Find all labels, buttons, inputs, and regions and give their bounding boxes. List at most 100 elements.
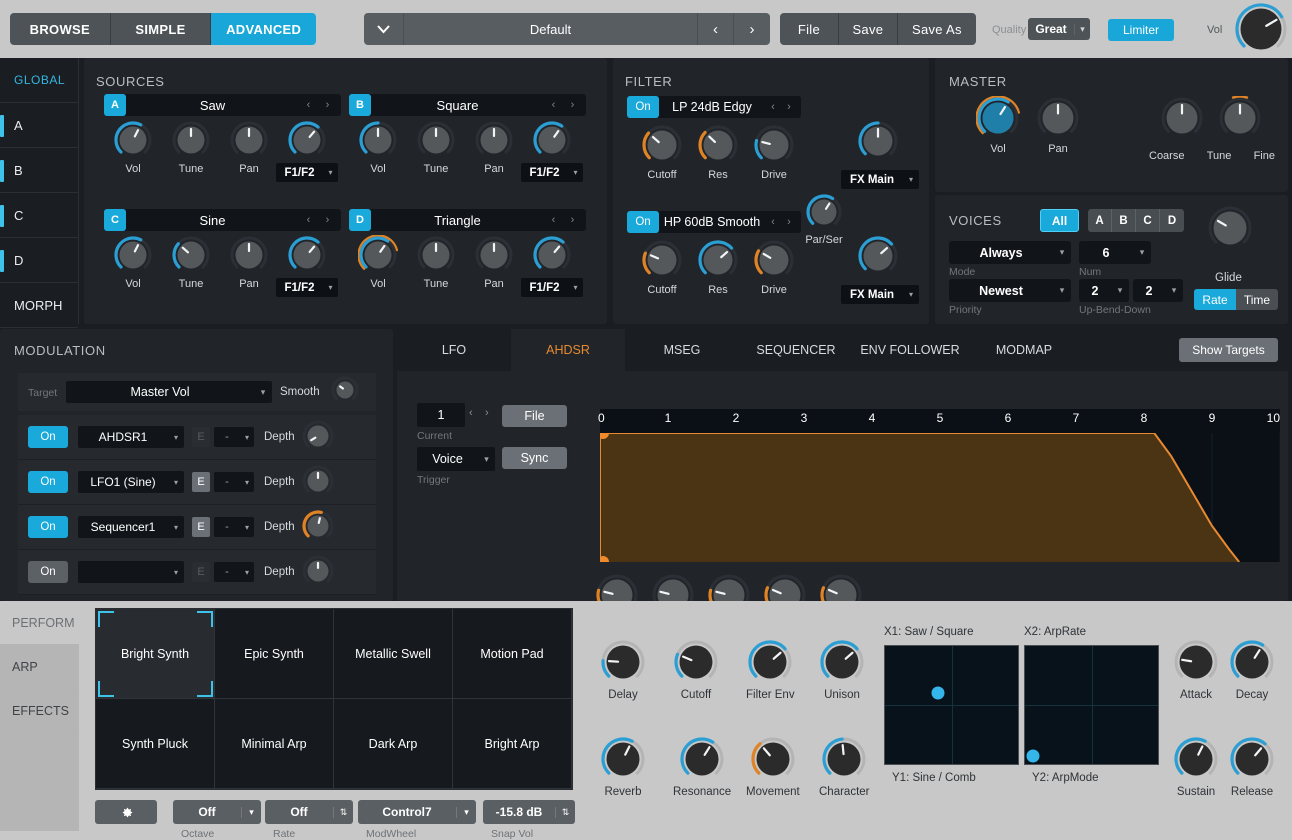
osc-nav[interactable]: ‹› [544,214,586,226]
perform-env-sustain-knob[interactable] [1173,736,1219,782]
mod-row-3-e-button[interactable]: E [192,517,210,537]
perform-sidebar-effects[interactable]: EFFECTS [0,689,79,733]
chevron-left-icon[interactable]: ‹ [552,99,556,111]
chevron-left-icon[interactable]: ‹ [552,214,556,226]
mod-row-4-source-select[interactable]: ▾ [78,561,184,583]
mod-row-4-e-button[interactable]: E [192,562,210,582]
mod-row-2-on-button[interactable]: On [28,471,68,493]
env-curve-graph[interactable] [600,433,1280,562]
osc-a-vol-knob[interactable] [113,120,153,160]
tab-ahdsr[interactable]: AHDSR [511,329,625,371]
layer-sidebar[interactable]: GLOBALABCDMORPH [0,58,79,324]
mod-row-3-depth-knob[interactable] [301,509,335,543]
macro-cutoff-knob[interactable] [673,639,719,685]
perform-modwheel-select[interactable]: Control7 ▾ [358,800,476,824]
osc-d-name[interactable]: Triangle [371,213,544,228]
perform-rate-select[interactable]: Off ⇅ [265,800,353,824]
filter-1-cutoff-knob[interactable] [641,124,683,166]
voices-layer-d[interactable]: D [1160,209,1184,232]
view-mode-simple[interactable]: SIMPLE [111,13,212,45]
mod-row-2-slot-select[interactable]: - ▾ [214,472,254,492]
show-targets-button[interactable]: Show Targets [1179,338,1278,362]
voices-num-select[interactable]: 6 ▾ [1079,241,1151,264]
arp-settings-button[interactable] [95,800,157,824]
macro-delay-knob[interactable] [600,639,646,685]
macro-filter-env-knob[interactable] [747,639,793,685]
filter-1-type[interactable]: LP 24dB Edgy [659,100,765,114]
voices-bend-down-select[interactable]: 2 ▾ [1133,279,1183,302]
sidebar-item-c[interactable]: C [0,193,78,238]
preset-dropdown-button[interactable] [364,13,404,45]
filter-2-fx-knob[interactable] [857,235,899,277]
perform-pad-dark-arp[interactable]: Dark Arp [334,699,453,789]
file-button[interactable]: File [780,13,839,45]
perform-sidebar[interactable]: PERFORMARPEFFECTS [0,601,79,831]
filter-1-header[interactable]: On LP 24dB Edgy ‹› [627,96,801,118]
chevron-left-icon[interactable]: ‹ [307,214,311,226]
filter-1-fx-route-select[interactable]: FX Main▾ [841,170,919,189]
filter-1-on-button[interactable]: On [627,96,659,118]
mod-row-3-slot-select[interactable]: - ▾ [214,517,254,537]
osc-nav[interactable]: ‹› [299,214,341,226]
mod-row-1-depth-knob[interactable] [301,419,335,453]
osc-c-header[interactable]: C Sine ‹› [104,209,341,231]
perform-env-release-knob[interactable] [1229,736,1275,782]
preset-name[interactable]: Default [404,13,698,45]
voices-layer-c[interactable]: C [1136,209,1160,232]
preset-next-button[interactable]: › [734,13,770,45]
osc-d-header[interactable]: D Triangle ‹› [349,209,586,231]
master-volume-knob[interactable] [1234,2,1288,56]
perform-pad-motion-pad[interactable]: Motion Pad [453,609,572,699]
sidebar-item-morph[interactable]: MORPH [0,283,78,328]
osc-a-badge[interactable]: A [104,94,126,116]
env-next-button[interactable]: › [485,407,489,419]
mod-row-1-slot-select[interactable]: - ▾ [214,427,254,447]
osc-b-f1-f2-knob[interactable] [532,120,572,160]
chevron-right-icon[interactable]: › [571,214,575,226]
preset-browser-bar[interactable]: Default ‹ › [364,13,770,45]
voices-mode-select[interactable]: Always ▾ [949,241,1071,264]
mod-target-select[interactable]: Master Vol ▾ [66,381,272,403]
perform-pad-bright-arp[interactable]: Bright Arp [453,699,572,789]
master-fine-knob[interactable] [1218,96,1262,140]
filter-2-on-button[interactable]: On [627,211,659,233]
sidebar-item-a[interactable]: A [0,103,78,148]
chevron-right-icon[interactable]: › [787,216,791,228]
osc-c-tune-knob[interactable] [171,235,211,275]
filter-2-nav[interactable]: ‹› [765,216,801,228]
osc-c-pan-knob[interactable] [229,235,269,275]
macro-resonance-knob[interactable] [679,736,725,782]
osc-a-f1-f2-knob[interactable] [287,120,327,160]
mod-row-4-on-button[interactable]: On [28,561,68,583]
env-current-value[interactable]: 1 [417,403,465,427]
chevron-down-icon[interactable]: ▾ [456,807,476,818]
quality-select[interactable]: Great ▾ [1028,18,1090,40]
glide-rate-option[interactable]: Rate [1194,289,1236,310]
tab-env-follower[interactable]: ENV FOLLOWER [853,329,967,371]
filter-2-fx-route-select[interactable]: FX Main▾ [841,285,919,304]
perform-pad-bright-synth[interactable]: Bright Synth [96,609,215,699]
mod-row-2-depth-knob[interactable] [301,464,335,498]
chevron-left-icon[interactable]: ‹ [771,101,775,113]
osc-nav[interactable]: ‹› [544,99,586,111]
osc-b-header[interactable]: B Square ‹› [349,94,586,116]
voices-all-button[interactable]: All [1040,209,1079,232]
voices-layer-b[interactable]: B [1112,209,1136,232]
filter-1-drive-knob[interactable] [753,124,795,166]
voices-layer-buttons[interactable]: ABCD [1088,209,1184,232]
master-pan-knob[interactable] [1036,96,1080,140]
chevron-left-icon[interactable]: ‹ [771,216,775,228]
file-buttons[interactable]: FileSaveSave As [780,13,976,45]
view-mode-advanced[interactable]: ADVANCED [211,13,316,45]
osc-b-route-select[interactable]: F1/F2 ▾ [521,163,583,182]
perform-pad-epic-synth[interactable]: Epic Synth [215,609,334,699]
env-tabs[interactable]: LFOAHDSRMSEGSEQUENCERENV FOLLOWERMODMAP [397,329,1288,371]
mod-row-1-source-select[interactable]: AHDSR1 ▾ [78,426,184,448]
glide-time-option[interactable]: Time [1236,289,1278,310]
osc-b-tune-knob[interactable] [416,120,456,160]
env-curve-svg[interactable] [600,433,1280,562]
filter-2-drive-knob[interactable] [753,239,795,281]
chevron-down-icon[interactable]: ▾ [241,807,261,818]
osc-a-header[interactable]: A Saw ‹› [104,94,341,116]
osc-d-vol-knob[interactable] [358,235,398,275]
